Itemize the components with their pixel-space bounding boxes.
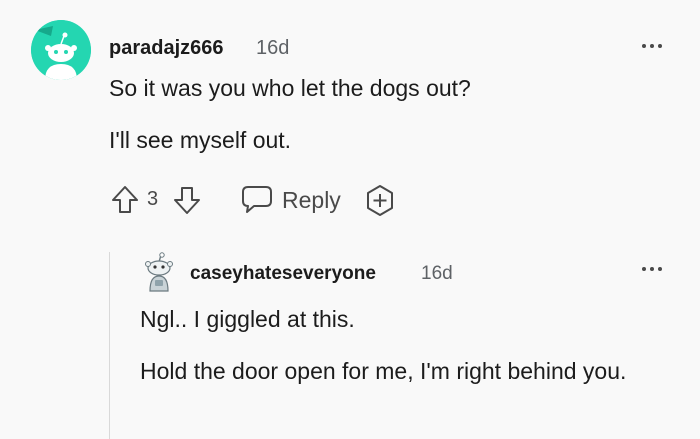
reply-timestamp[interactable]: 16d — [421, 263, 453, 285]
downvote-icon[interactable] — [173, 185, 201, 215]
reply-username[interactable]: caseyhateseveryone — [190, 263, 376, 285]
more-options-icon[interactable] — [639, 262, 669, 276]
avatar[interactable] — [31, 20, 91, 80]
award-plus-icon[interactable] — [364, 184, 396, 218]
comment-body-line: I'll see myself out. — [109, 127, 292, 153]
vote-score: 3 — [147, 188, 159, 210]
thread-line[interactable] — [109, 252, 110, 439]
comment-bubble-icon — [242, 186, 272, 213]
reply-button[interactable]: Reply — [240, 180, 342, 220]
reply-label: Reply — [282, 187, 341, 213]
snoo-avatar-icon — [145, 252, 173, 292]
reply-body-line: Hold the door open for me, I'm right beh… — [140, 358, 627, 384]
snoo-avatar-icon — [31, 20, 91, 80]
more-options-icon[interactable] — [639, 39, 669, 53]
comment-username[interactable]: paradajz666 — [109, 37, 224, 60]
upvote-icon[interactable] — [111, 185, 139, 215]
reply-body-line: Ngl.. I giggled at this. — [140, 306, 355, 332]
avatar[interactable] — [141, 252, 177, 292]
comment-timestamp[interactable]: 16d — [256, 37, 289, 60]
comment-thread: paradajz666 16d So it was you who let th… — [0, 0, 700, 439]
comment-body-line: So it was you who let the dogs out? — [109, 75, 471, 101]
